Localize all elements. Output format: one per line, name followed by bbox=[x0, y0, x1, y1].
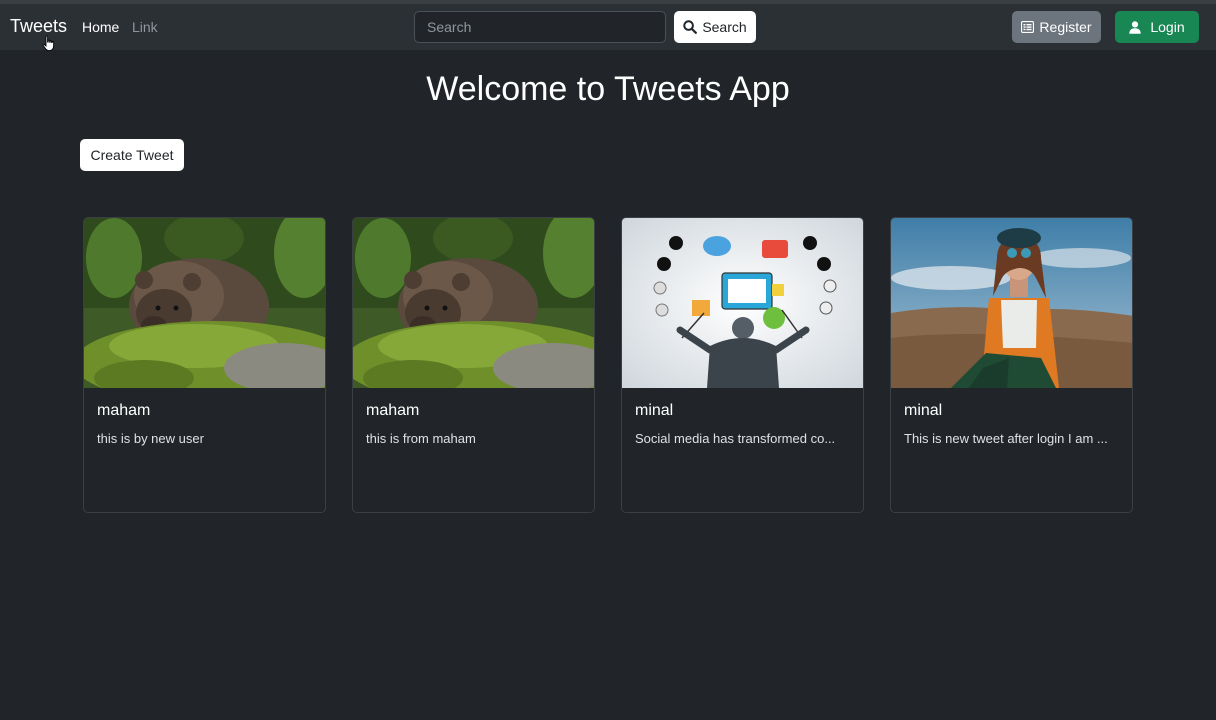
tweet-author: maham bbox=[97, 402, 151, 419]
tweet-text: this is by new user bbox=[97, 431, 204, 446]
create-tweet-button[interactable]: Create Tweet bbox=[80, 139, 184, 171]
navbar: Tweets Home Link Search Register Login bbox=[0, 4, 1216, 50]
login-button-label: Login bbox=[1150, 19, 1185, 35]
tweet-card[interactable]: minal This is new tweet after login I am… bbox=[890, 217, 1133, 513]
social-media-illustration bbox=[622, 218, 863, 388]
page-title: Welcome to Tweets App bbox=[426, 70, 790, 108]
search-button[interactable]: Search bbox=[674, 11, 756, 43]
tweet-card[interactable]: maham this is from maham bbox=[352, 217, 595, 513]
search-button-label: Search bbox=[702, 19, 747, 35]
user-icon bbox=[1129, 20, 1142, 34]
woman-sunglasses-photo bbox=[891, 218, 1132, 388]
search-icon bbox=[683, 20, 698, 34]
nav-link-link[interactable]: Link bbox=[132, 19, 158, 35]
tweet-card[interactable]: maham this is by new user bbox=[83, 217, 326, 513]
tweet-author: minal bbox=[635, 402, 674, 419]
tweet-author: maham bbox=[366, 402, 420, 419]
search-input[interactable] bbox=[414, 11, 666, 43]
tweet-card[interactable]: minal Social media has transformed co... bbox=[621, 217, 864, 513]
tweet-author: minal bbox=[904, 402, 943, 419]
tweet-text: this is from maham bbox=[366, 431, 476, 446]
register-button-label: Register bbox=[1039, 19, 1092, 35]
register-button[interactable]: Register bbox=[1012, 11, 1101, 43]
bear-photo bbox=[353, 218, 594, 388]
bear-photo bbox=[84, 218, 325, 388]
list-icon bbox=[1021, 21, 1035, 33]
login-button[interactable]: Login bbox=[1115, 11, 1199, 43]
nav-link-home[interactable]: Home bbox=[82, 19, 119, 35]
tweet-text: Social media has transformed co... bbox=[635, 431, 836, 446]
mouse-pointer-icon bbox=[42, 35, 55, 52]
tweet-text: This is new tweet after login I am ... bbox=[904, 431, 1108, 446]
navbar-brand[interactable]: Tweets bbox=[10, 16, 67, 37]
